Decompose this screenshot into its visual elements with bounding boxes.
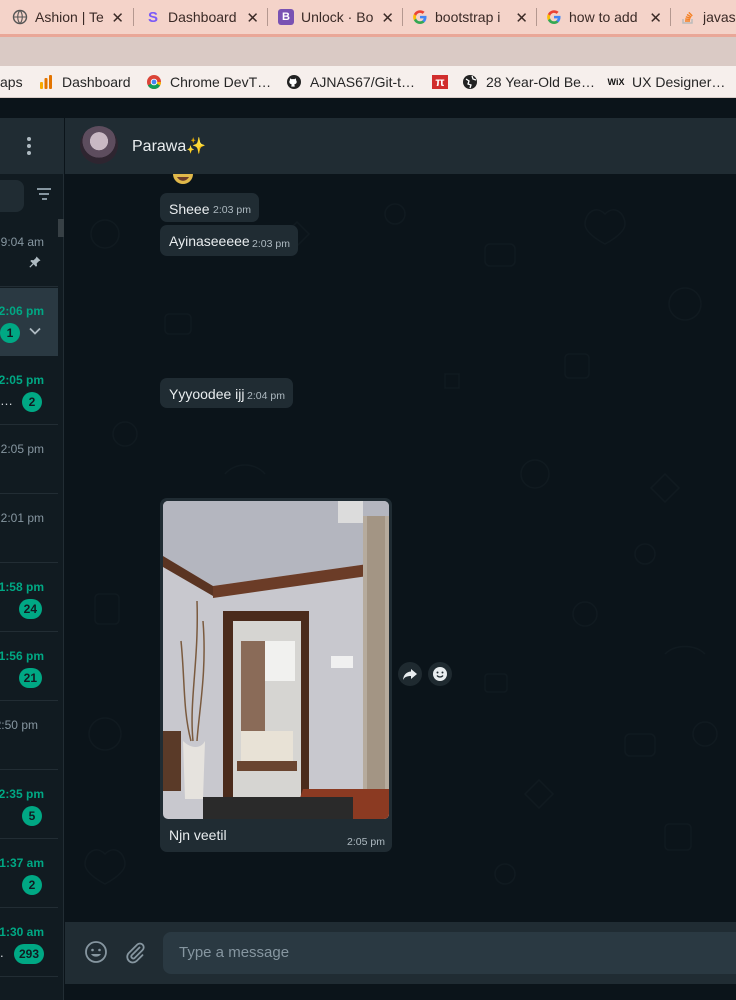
chat-list-item[interactable]: 1:56 pm 21 xyxy=(0,633,58,701)
message-input[interactable]: Type a message xyxy=(163,932,736,974)
browser-tab-javascript[interactable]: javas xyxy=(680,0,736,34)
unread-badge: 1 xyxy=(0,323,20,343)
paperclip-icon[interactable] xyxy=(123,940,147,964)
chat-list-item[interactable]: 2:05 pm xyxy=(0,426,58,494)
unread-badge: 293 xyxy=(13,944,44,964)
bootstrap-icon: B xyxy=(278,9,294,25)
unread-badge: 2 xyxy=(22,392,42,412)
google-icon xyxy=(412,9,428,25)
chat-list-item[interactable]: 12:50 pm xyxy=(0,702,58,770)
close-tab-icon[interactable]: ✕ xyxy=(515,9,528,27)
message-bubble-incoming[interactable]: Sheee 2:03 pm xyxy=(160,193,259,222)
browser-tab-unlock[interactable]: B Unlock · Bo ✕ xyxy=(278,0,400,34)
tab-separator xyxy=(670,8,671,26)
close-tab-icon[interactable]: ✕ xyxy=(649,9,662,27)
bookmark-28-year-old[interactable]: π xyxy=(432,66,456,98)
unread-badge: 21 xyxy=(18,668,42,688)
bookmark-28-year-old-link[interactable]: 28 Year-Old Be… xyxy=(462,66,595,98)
image-message-bubble[interactable]: Njn veetil 2:05 pm xyxy=(160,498,392,852)
stripe-s-icon: S xyxy=(147,8,158,26)
tab-separator xyxy=(402,8,403,26)
emoji-reaction-icon[interactable] xyxy=(428,662,452,686)
browser-tab-how-to-add[interactable]: how to add ✕ xyxy=(546,0,668,34)
unread-badge: 2 xyxy=(22,875,42,895)
browser-tab-bootstrap[interactable]: bootstrap i ✕ xyxy=(412,0,534,34)
tab-separator xyxy=(133,8,134,26)
contact-avatar[interactable] xyxy=(80,126,118,164)
conversation-header[interactable]: Parawa✨ xyxy=(65,118,736,174)
chat-list-scrollbar[interactable] xyxy=(58,219,64,237)
room-photo-image[interactable] xyxy=(163,501,389,819)
browser-tab-strip: Ashion | Te ✕ S Dashboard ✕ B Unlock · B… xyxy=(0,0,736,34)
globe-dark-icon xyxy=(462,74,478,90)
wix-icon: WiX xyxy=(607,77,625,87)
browser-tab-dashboard[interactable]: S Dashboard ✕ xyxy=(145,0,265,34)
close-tab-icon[interactable]: ✕ xyxy=(111,9,124,27)
pin-icon xyxy=(28,255,42,269)
chat-list-item[interactable]: 1:58 pm 24 xyxy=(0,564,58,632)
browser-tab-ashion[interactable]: Ashion | Te ✕ xyxy=(12,0,130,34)
tab-separator xyxy=(267,8,268,26)
pinterest-like-icon: π xyxy=(432,75,448,89)
github-icon xyxy=(286,74,302,90)
message-bubble-incoming[interactable]: Yyyoodee ijj 2:04 pm xyxy=(160,378,293,408)
unread-badge: 5 xyxy=(22,806,42,826)
bookmark-github[interactable]: AJNAS67/Git-t… xyxy=(286,66,415,98)
contact-name[interactable]: Parawa✨ xyxy=(132,136,206,156)
chat-list-item[interactable]: 2:05 pm … 2 xyxy=(0,357,58,425)
close-tab-icon[interactable]: ✕ xyxy=(381,9,394,27)
sidebar-header xyxy=(0,118,64,174)
stackoverflow-icon xyxy=(680,9,696,25)
chrome-icon xyxy=(146,74,162,90)
unread-badge: 24 xyxy=(18,599,42,619)
tab-separator xyxy=(536,8,537,26)
bookmarks-bar: aps Dashboard Chrome DevT… AJNAS67/Git-t… xyxy=(0,66,736,98)
close-tab-icon[interactable]: ✕ xyxy=(246,9,259,27)
chat-list-item[interactable]: 11:37 am 2 xyxy=(0,840,58,908)
address-bar-area xyxy=(0,34,736,66)
message-composer: Type a message xyxy=(65,922,736,984)
bookmark-apps[interactable]: aps xyxy=(0,66,23,98)
bookmark-ux-designer[interactable]: WiX UX Designer… xyxy=(607,66,726,98)
forward-icon[interactable] xyxy=(398,662,422,686)
chat-list-panel: 9:04 am 2:06 pm 1 2:05 pm … 2 2:05 pm 2:… xyxy=(0,118,64,1000)
menu-dots-icon[interactable] xyxy=(22,134,36,158)
chat-list-item[interactable]: 2:01 pm xyxy=(0,495,58,563)
analytics-icon xyxy=(38,74,54,90)
globe-icon xyxy=(12,9,28,25)
whatsapp-app: 9:04 am 2:06 pm 1 2:05 pm … 2 2:05 pm 2:… xyxy=(0,99,736,1000)
emoji-message-fragment xyxy=(172,174,194,185)
chat-list-item[interactable]: 11:30 am . 293 xyxy=(0,909,58,977)
chat-list-item[interactable]: 2:35 pm 5 xyxy=(0,771,58,839)
bookmark-chrome-devtools[interactable]: Chrome DevT… xyxy=(146,66,271,98)
composer-bottom-band xyxy=(65,984,736,1000)
message-bubble-incoming[interactable]: Ayinaseeeee 2:03 pm xyxy=(160,225,298,256)
chevron-down-icon[interactable] xyxy=(28,324,42,338)
emoji-icon[interactable] xyxy=(84,940,108,964)
filter-icon[interactable] xyxy=(36,188,52,202)
chat-list-item-selected[interactable]: 2:06 pm 1 xyxy=(0,288,58,356)
bookmark-dashboard[interactable]: Dashboard xyxy=(38,66,131,98)
google-icon xyxy=(546,9,562,25)
search-chats-input[interactable] xyxy=(0,180,24,212)
app-top-band xyxy=(0,99,736,118)
conversation-pane: Parawa✨ Sheee 2:03 pm Ayinaseeeee 2:03 p… xyxy=(65,118,736,1000)
chat-list-item[interactable]: 9:04 am xyxy=(0,219,58,287)
